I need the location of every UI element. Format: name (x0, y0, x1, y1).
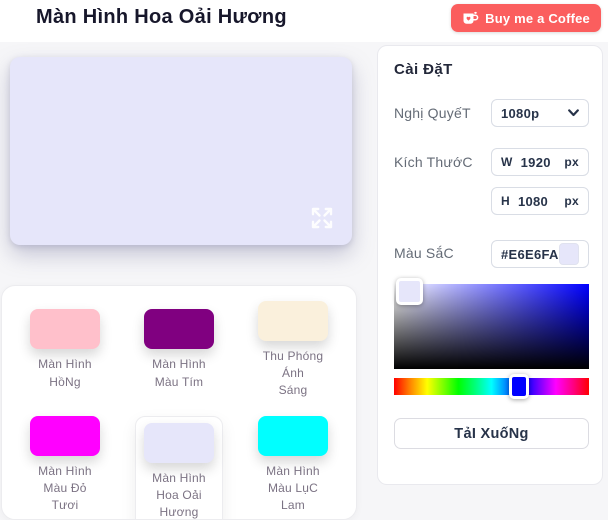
palette-item-cream[interactable]: Thu Phóng Ánh Sáng (258, 300, 328, 399)
page-title: Màn Hình Hoa Oải Hương (36, 6, 287, 28)
hue-slider[interactable] (394, 374, 589, 399)
buy-me-a-coffee-button[interactable]: Buy me a Coffee (451, 4, 601, 32)
hex-color-swatch (558, 243, 579, 265)
color-swatch[interactable] (258, 300, 328, 341)
palette-item-lavender-active[interactable]: Màn Hình Hoa Oải Hương (135, 416, 223, 520)
size-label: Kích ThướC (394, 154, 473, 170)
buy-me-a-coffee-label: Buy me a Coffee (485, 10, 590, 26)
color-swatch[interactable] (144, 423, 214, 463)
hue-slider-handle[interactable] (509, 374, 530, 399)
width-input[interactable]: W 1920 px (491, 148, 589, 176)
height-unit: px (564, 194, 579, 208)
resolution-value: 1080p (501, 105, 540, 121)
palette-item-label: Màn Hình Màu Tím (152, 357, 206, 389)
palette-item-label: Màn Hình Màu LụC Lam (266, 464, 320, 513)
palette-item-label: Màn Hình Màu Đỏ Tươi (38, 464, 92, 513)
palette-item-purple[interactable]: Màn Hình Màu Tím (144, 309, 214, 390)
expand-icon[interactable] (308, 204, 336, 232)
palette-cell: Màn Hình Màu Tím (122, 294, 236, 406)
resolution-label: Nghị QuyếT (394, 105, 471, 121)
height-value: 1080 (517, 193, 549, 209)
picker-handle[interactable] (396, 278, 423, 305)
width-prefix: W (501, 155, 513, 169)
height-prefix: H (501, 194, 510, 208)
height-input[interactable]: H 1080 px (491, 187, 589, 215)
palette-cell: Màn Hình Màu Đỏ Tươi (8, 406, 122, 519)
resolution-select[interactable]: 1080p (491, 99, 589, 127)
coffee-cup-icon (462, 11, 479, 26)
palette-item-label: Thu Phóng Ánh Sáng (262, 348, 324, 398)
palette-cell: Màn Hình HồNg (8, 294, 122, 406)
download-button[interactable]: TảI XuốNg (394, 418, 589, 449)
hex-color-input[interactable]: #E6E6FA (491, 240, 589, 268)
color-swatch[interactable] (30, 309, 100, 350)
width-value: 1920 (520, 154, 551, 170)
color-swatch[interactable] (144, 309, 214, 350)
palette-card: Màn Hình HồNg Màn Hình Màu Tím Thu Phóng… (1, 285, 357, 520)
color-swatch[interactable] (258, 416, 328, 456)
palette-cell: Màn Hình Hoa Oải Hương (122, 406, 236, 520)
palette-item-label: Màn Hình Hoa Oải Hương (152, 471, 206, 520)
palette-item-magenta[interactable]: Màn Hình Màu Đỏ Tươi (30, 416, 100, 514)
saturation-value-picker[interactable] (394, 278, 589, 369)
wallpaper-preview (10, 57, 352, 245)
hex-color-value: #E6E6FA (501, 246, 559, 262)
palette-cell: Thu Phóng Ánh Sáng (236, 294, 350, 406)
palette-cell: Màn Hình Màu LụC Lam (236, 406, 350, 519)
palette-item-cyan[interactable]: Màn Hình Màu LụC Lam (258, 416, 328, 514)
palette-item-label: Màn Hình HồNg (38, 357, 92, 389)
settings-title: Cài ĐặT (394, 61, 453, 78)
width-unit: px (564, 155, 579, 169)
palette-item-pink[interactable]: Màn Hình HồNg (30, 309, 100, 390)
header: Màn Hình Hoa Oải Hương Buy me a Coffee (0, 0, 608, 42)
chevron-down-icon (568, 109, 579, 117)
color-swatch[interactable] (30, 416, 100, 456)
settings-panel: Cài ĐặT Nghị QuyếT 1080p Kích ThướC W 19… (377, 45, 603, 485)
color-label: Màu SắC (394, 245, 454, 261)
